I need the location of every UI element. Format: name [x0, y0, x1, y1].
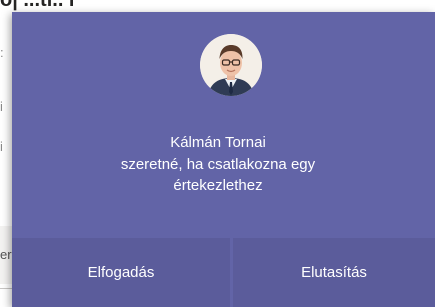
- caller-name: Kálmán Tornai: [170, 134, 266, 151]
- decline-label: Elutasítás: [301, 264, 367, 281]
- toast-actions: Elfogadás Elutasítás: [12, 238, 435, 307]
- background-divider: [0, 288, 12, 289]
- background-text-fragment: i: [0, 139, 3, 154]
- message-line: értekezlethez: [173, 177, 263, 194]
- caller-avatar: [200, 34, 262, 96]
- background-text-fragment: er: [0, 247, 12, 262]
- decline-button[interactable]: Elutasítás: [233, 238, 435, 307]
- accept-button[interactable]: Elfogadás: [12, 238, 230, 307]
- user-photo-icon: [200, 34, 262, 96]
- background-text-fragment: :: [0, 45, 4, 60]
- accept-label: Elfogadás: [87, 264, 155, 281]
- background-text-fragment: i: [0, 99, 3, 114]
- message-line: szeretné, ha csatlakozna egy: [120, 155, 316, 173]
- toast-message: Kálmán Tornai szeretné, ha csatlakozna e…: [12, 132, 424, 197]
- meeting-request-toast: Kálmán Tornai szeretné, ha csatlakozna e…: [12, 12, 435, 307]
- screen: o| ...tl.. l : i i er Kálmán Tornai szer…: [0, 0, 435, 307]
